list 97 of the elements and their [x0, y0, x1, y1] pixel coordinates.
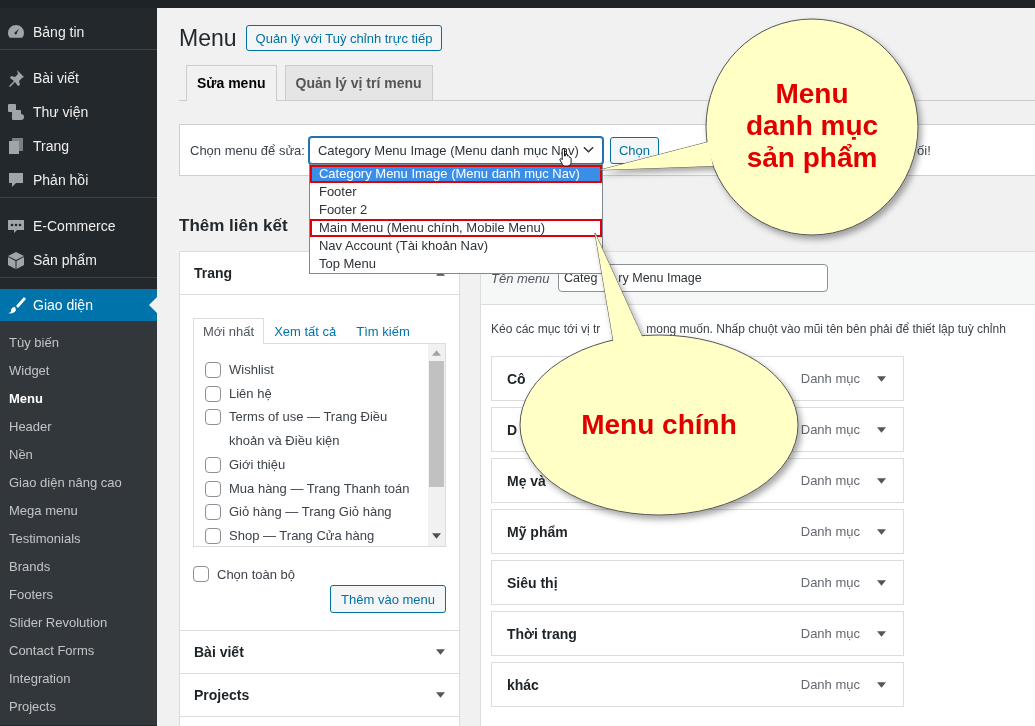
dropdown-option[interactable]: Footer 2: [309, 200, 602, 219]
item-type-label: Danh mục: [800, 626, 860, 641]
menu-select[interactable]: Category Menu Image (Menu danh mục Nav): [308, 136, 603, 164]
submenu-item[interactable]: Tùy biến: [0, 329, 157, 357]
accordion-title[interactable]: Trang: [194, 265, 233, 281]
menu-item-title: D: [507, 421, 518, 438]
submenu-item[interactable]: Mega menu: [0, 497, 157, 525]
expand-arrow-icon[interactable]: [877, 375, 886, 382]
item-type-label: Danh mục: [800, 371, 860, 386]
sidebar-item[interactable]: E-Commerce: [0, 209, 157, 243]
item-type-label: Danh mục: [800, 677, 860, 692]
item-type-label: Danh mục: [800, 422, 860, 437]
sidebar-item[interactable]: Sản phẩm: [0, 243, 157, 278]
tab[interactable]: Quản lý vị trí menu: [284, 65, 433, 100]
notice-text: ối!: [917, 142, 931, 158]
expand-arrow-icon[interactable]: [877, 681, 886, 688]
checkbox[interactable]: [205, 480, 221, 497]
pages-icon: [6, 136, 26, 156]
sidebar-item[interactable]: Bài viết: [0, 61, 157, 95]
expand-arrow-icon: [436, 692, 445, 698]
page-label: Giới thiệu: [229, 455, 286, 474]
callout-text: Menu danh mục sản phẩm: [744, 78, 880, 174]
page-label: Giỏ hàng — Trang Giỏ hàng: [229, 503, 392, 522]
accordion-title[interactable]: Projects: [194, 687, 250, 703]
page-label: Wishlist: [229, 361, 274, 379]
checkbox[interactable]: [205, 504, 221, 521]
submenu-item[interactable]: Slider Revolution: [0, 609, 157, 637]
page-label: Terms of use — Trang Điều khoản và Điều kiện: [229, 408, 389, 451]
submenu-item[interactable]: Testimonials: [0, 525, 157, 553]
instruction-text: mong muốn. Nhấp chuột vào mũi tên bên phải để thiết lập tuỳ chỉnh: [646, 322, 1006, 336]
expand-arrow-icon[interactable]: [877, 630, 886, 637]
submenu-item[interactable]: Projects: [0, 693, 157, 721]
sidebar-item[interactable]: Giao diện: [0, 289, 157, 321]
checkbox[interactable]: [205, 409, 221, 426]
menu-item-title: Mẹ và: [507, 472, 546, 489]
menu-item-title: Mỹ phẩm: [507, 523, 568, 540]
add-to-menu-button[interactable]: Thêm vào menu: [330, 585, 446, 613]
menu-item-bar[interactable]: Siêu thị Danh mục: [491, 560, 904, 605]
select-all-label: Chọn toàn bộ: [217, 566, 296, 582]
submenu-item[interactable]: Menu: [0, 385, 157, 413]
menu-item-title: Thời trang: [507, 625, 577, 642]
chevron-down-icon: [582, 146, 594, 154]
scroll-down-icon[interactable]: [432, 533, 441, 539]
checkbox[interactable]: [205, 385, 221, 402]
submenu-item[interactable]: Footers: [0, 581, 157, 609]
page-title: Menu: [179, 25, 237, 51]
sidebar-item[interactable]: Bảng tin: [0, 15, 157, 50]
dropdown-option[interactable]: Main Menu (Menu chính, Mobile Menu): [309, 218, 602, 237]
expand-arrow-icon: [436, 649, 445, 655]
submenu-item[interactable]: Brands: [0, 553, 157, 581]
menu-item-bar[interactable]: Thời trang Danh mục: [491, 611, 904, 656]
menu-item-title: khác: [507, 676, 539, 693]
accordion-title[interactable]: Bài viết: [194, 644, 244, 660]
page-label: Mua hàng — Trang Thanh toán: [229, 479, 410, 498]
submenu-item[interactable]: Contact Forms: [0, 637, 157, 665]
checkbox[interactable]: [205, 527, 221, 544]
page-label: Liên hệ: [229, 384, 272, 403]
tab[interactable]: Tìm kiếm: [346, 318, 420, 344]
checkbox[interactable]: [193, 566, 209, 582]
expand-arrow-icon[interactable]: [877, 426, 886, 433]
select-label: Chọn menu để sửa:: [190, 142, 305, 158]
submenu-item[interactable]: Integration: [0, 665, 157, 693]
submenu-item[interactable]: Widget: [0, 357, 157, 385]
tab[interactable]: Mới nhất: [193, 318, 265, 344]
checkbox[interactable]: [205, 362, 221, 378]
page-label: Shop — Trang Cửa hàng: [229, 526, 375, 545]
expand-arrow-icon[interactable]: [877, 477, 886, 484]
menu-item-title: Siêu thị: [507, 574, 558, 591]
scroll-up-icon[interactable]: [432, 350, 441, 356]
item-type-label: Danh mục: [800, 575, 860, 590]
customize-button[interactable]: Quản lý với Tuỳ chỉnh trực tiếp: [245, 25, 443, 51]
submenu-item[interactable]: Header: [0, 413, 157, 441]
menu-item-title: Cô: [507, 370, 526, 387]
item-type-label: Danh mục: [800, 473, 860, 488]
dropdown-option[interactable]: Footer: [309, 182, 602, 201]
media-icon: [6, 102, 26, 122]
menu-name-label: Tên menu: [491, 270, 551, 286]
sidebar-item[interactable]: Trang: [0, 129, 157, 163]
sidebar-item[interactable]: Phản hồi: [0, 163, 157, 198]
expand-arrow-icon[interactable]: [877, 528, 886, 535]
scrollbar[interactable]: [428, 344, 445, 546]
box-icon: [6, 250, 26, 270]
callout-text: Menu chính: [580, 409, 738, 441]
scrollbar-thumb[interactable]: [429, 361, 444, 487]
menu-item-bar[interactable]: khác Danh mục: [491, 662, 904, 707]
section-heading: Thêm liên kết: [179, 216, 288, 236]
instruction-text: Kéo các mục tới vị tr: [491, 322, 601, 336]
sidebar-item[interactable]: Thư viện: [0, 95, 157, 129]
submenu-item[interactable]: Giao diện nâng cao: [0, 469, 157, 497]
expand-arrow-icon[interactable]: [877, 579, 886, 586]
item-type-label: Danh mục: [800, 524, 860, 539]
tab[interactable]: Xem tất cả: [264, 318, 347, 344]
submenu-item[interactable]: Nền: [0, 441, 157, 469]
current-item-notch: [149, 297, 157, 313]
speech-bubble-icon: [6, 170, 26, 190]
tab[interactable]: Sửa menu: [186, 65, 277, 101]
checkbox[interactable]: [205, 456, 221, 473]
